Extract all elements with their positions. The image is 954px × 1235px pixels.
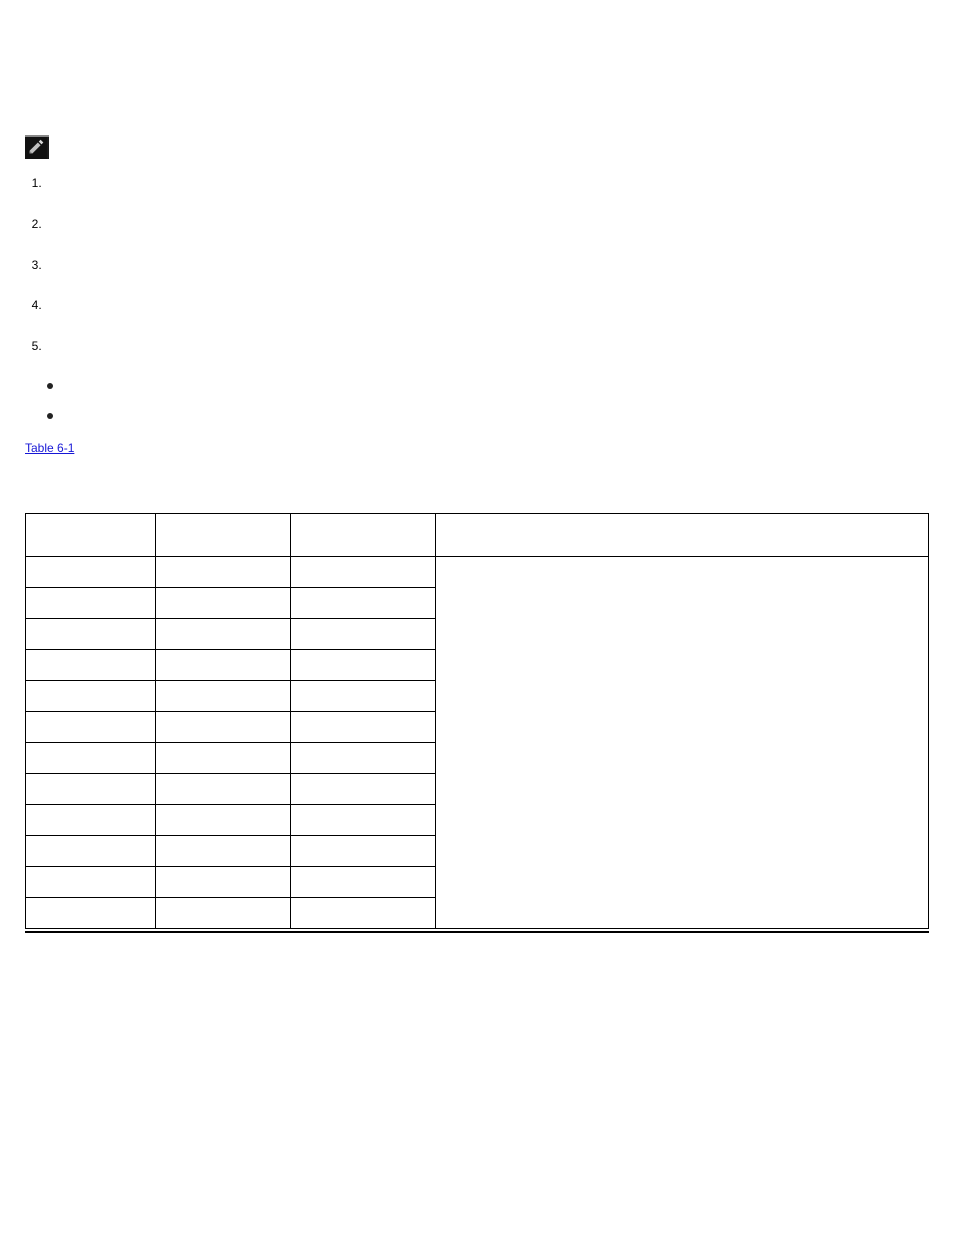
cell (291, 804, 436, 835)
cell (291, 773, 436, 804)
table-header-row (26, 513, 929, 556)
cell (26, 556, 156, 587)
table-reference-link[interactable]: Table 6-1 (25, 441, 74, 455)
cell (291, 711, 436, 742)
cell (156, 711, 291, 742)
spec-table (25, 513, 929, 929)
bullet-item (47, 409, 929, 417)
table-row (26, 556, 929, 587)
cell (156, 680, 291, 711)
bullet-item (47, 379, 929, 387)
cell (291, 742, 436, 773)
cell (156, 804, 291, 835)
step-3 (45, 257, 929, 274)
cell (291, 587, 436, 618)
cell (291, 649, 436, 680)
cell (26, 897, 156, 928)
pencil-note-icon (25, 135, 49, 159)
col-header-2 (156, 513, 291, 556)
cell (26, 711, 156, 742)
cell (156, 742, 291, 773)
cell (291, 835, 436, 866)
step-2 (45, 216, 929, 233)
cell (26, 835, 156, 866)
title-area (25, 25, 929, 135)
cell (156, 618, 291, 649)
cell (156, 556, 291, 587)
section-divider (25, 931, 929, 933)
cell (26, 649, 156, 680)
cell (156, 897, 291, 928)
cell (26, 618, 156, 649)
step-1 (45, 175, 929, 192)
cell (156, 866, 291, 897)
cell (291, 680, 436, 711)
cell (26, 742, 156, 773)
note-block (25, 135, 929, 165)
step-4 (45, 297, 929, 314)
table-heading (25, 483, 929, 495)
cell (291, 618, 436, 649)
step-5 (45, 338, 929, 355)
cell (156, 587, 291, 618)
cell (26, 773, 156, 804)
cell (26, 804, 156, 835)
cell (26, 866, 156, 897)
cell (26, 587, 156, 618)
numbered-steps (25, 175, 929, 355)
col-header-3 (291, 513, 436, 556)
cell (156, 773, 291, 804)
body-paragraph: Table 6-1 (25, 439, 929, 457)
cell (156, 835, 291, 866)
cell (156, 649, 291, 680)
cell (291, 866, 436, 897)
cell (291, 556, 436, 587)
col-header-1 (26, 513, 156, 556)
col-header-4 (436, 513, 929, 556)
cell (291, 897, 436, 928)
cell (26, 680, 156, 711)
merged-note-cell (436, 556, 929, 928)
bullet-list (47, 379, 929, 417)
